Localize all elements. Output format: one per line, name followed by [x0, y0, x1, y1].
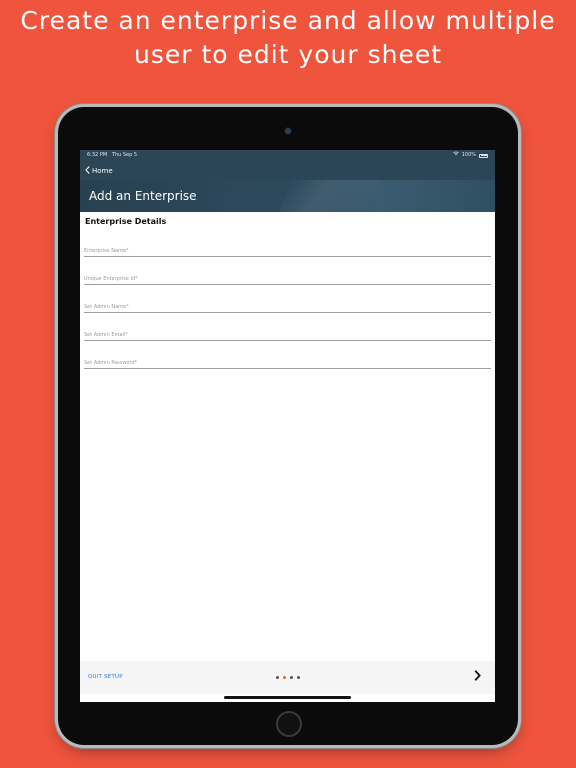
- chevron-right-icon[interactable]: [474, 661, 481, 694]
- battery-percent: 100%: [461, 152, 476, 158]
- chevron-left-icon[interactable]: [85, 161, 90, 180]
- app-screen: 6:32 PM Thu Sep 5 100% Home Add an Enter…: [80, 150, 495, 702]
- home-indicator[interactable]: [224, 696, 351, 699]
- battery-icon: [479, 153, 488, 158]
- camera-icon: [285, 128, 291, 134]
- enterprise-form: [80, 229, 495, 369]
- page-header: Add an Enterprise: [80, 180, 495, 212]
- enterprise-name-input[interactable]: [84, 248, 491, 254]
- nav-bar: Home: [80, 161, 495, 180]
- setup-footer: QUIT SETUP: [80, 661, 495, 694]
- enterprise-name-field: [84, 229, 491, 257]
- back-button[interactable]: Home: [92, 167, 113, 175]
- page-title: Add an Enterprise: [89, 189, 197, 203]
- page-dot: [283, 676, 286, 679]
- page-dot: [297, 676, 300, 679]
- marketing-headline: Create an enterprise and allow multiple …: [20, 6, 556, 69]
- page-dot: [276, 676, 279, 679]
- enterprise-id-input[interactable]: [84, 276, 491, 282]
- admin-password-input[interactable]: [84, 360, 491, 366]
- page-dot: [290, 676, 293, 679]
- page-indicator: [276, 676, 300, 679]
- enterprise-id-field: [84, 257, 491, 285]
- admin-email-input[interactable]: [84, 332, 491, 338]
- admin-name-input[interactable]: [84, 304, 491, 310]
- home-button[interactable]: [276, 711, 302, 737]
- admin-name-field: [84, 285, 491, 313]
- quit-setup-button[interactable]: QUIT SETUP: [88, 661, 123, 694]
- admin-email-field: [84, 313, 491, 341]
- wifi-icon: [453, 150, 459, 161]
- status-date: Thu Sep 5: [111, 152, 138, 158]
- section-title: Enterprise Details: [85, 217, 167, 226]
- status-bar: 6:32 PM Thu Sep 5 100%: [80, 150, 495, 161]
- status-time: 6:32 PM: [87, 152, 108, 158]
- admin-password-field: [84, 341, 491, 369]
